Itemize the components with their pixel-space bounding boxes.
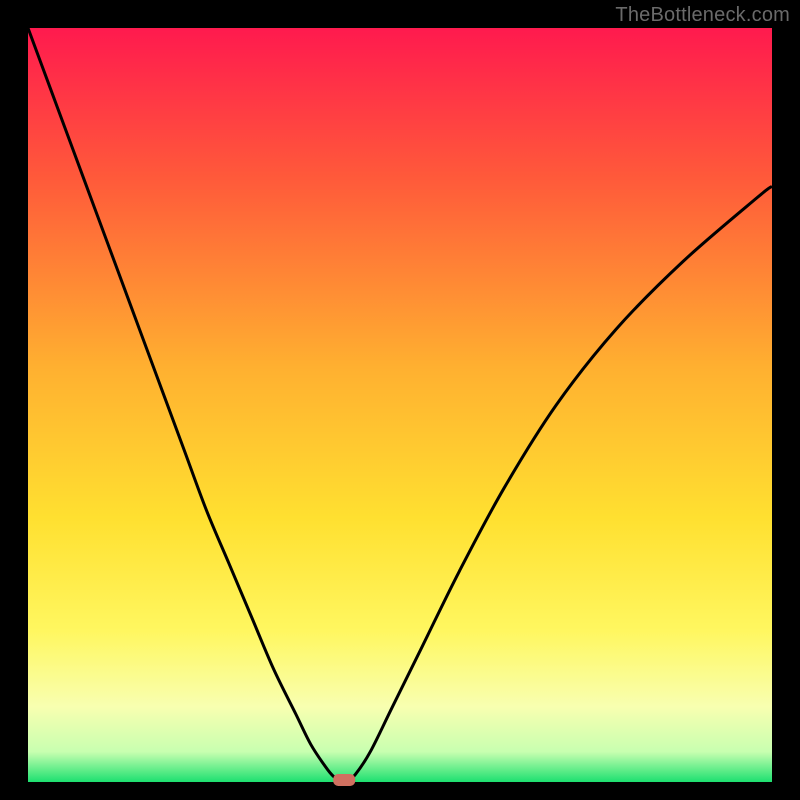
chart-frame: TheBottleneck.com [0,0,800,800]
minimum-marker [333,774,355,786]
watermark-text: TheBottleneck.com [615,4,790,27]
plot-area [28,28,772,782]
chart-canvas [0,0,800,800]
